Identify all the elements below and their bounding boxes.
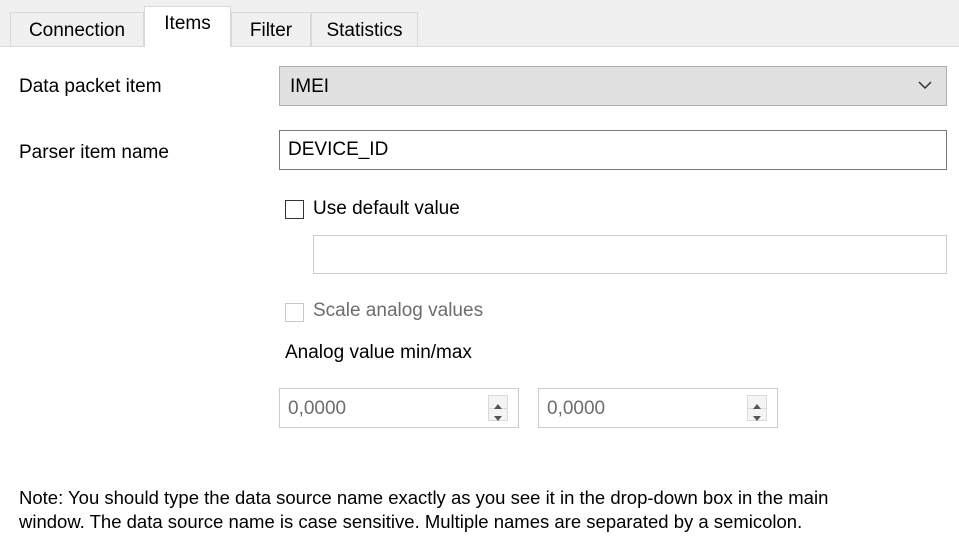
chevron-down-icon — [918, 81, 932, 90]
data-packet-item-select[interactable]: IMEI — [279, 66, 947, 106]
note-text: Note: You should type the data source na… — [19, 486, 954, 534]
default-value-input[interactable] — [313, 235, 947, 274]
analog-min-value: 0,0000 — [288, 398, 347, 419]
analog-max-stepper[interactable]: 0,0000 — [538, 388, 778, 428]
data-packet-item-value: IMEI — [290, 76, 330, 97]
analog-min-spin-buttons[interactable] — [488, 395, 508, 421]
parser-item-name-label: Parser item name — [19, 142, 169, 163]
tab-statistics[interactable]: Statistics — [311, 12, 418, 46]
analog-max-spin-buttons[interactable] — [747, 395, 767, 421]
tab-items[interactable]: Items — [144, 6, 231, 47]
scale-analog-values-checkbox[interactable] — [285, 303, 304, 322]
tab-filter[interactable]: Filter — [231, 12, 311, 46]
use-default-value-checkbox[interactable] — [285, 200, 304, 219]
note-line-1: Note: You should type the data source na… — [19, 487, 829, 508]
tab-filter-label: Filter — [249, 20, 293, 41]
tab-statistics-label: Statistics — [326, 20, 403, 41]
analog-minmax-label: Analog value min/max — [285, 342, 472, 363]
parser-item-name-input[interactable]: DEVICE_ID — [279, 130, 947, 170]
scale-analog-values-label: Scale analog values — [313, 300, 484, 321]
triangle-down-icon[interactable] — [489, 408, 507, 421]
note-line-2: window. The data source name is case sen… — [19, 511, 803, 532]
tab-connection-label: Connection — [28, 20, 126, 41]
use-default-value-label[interactable]: Use default value — [313, 198, 460, 220]
triangle-down-icon[interactable] — [748, 408, 766, 421]
tab-connection[interactable]: Connection — [10, 12, 144, 46]
data-packet-item-label: Data packet item — [19, 76, 162, 97]
parser-item-name-value: DEVICE_ID — [288, 139, 389, 160]
analog-min-stepper[interactable]: 0,0000 — [279, 388, 519, 428]
analog-max-value: 0,0000 — [547, 398, 606, 419]
tab-items-label: Items — [164, 13, 211, 34]
